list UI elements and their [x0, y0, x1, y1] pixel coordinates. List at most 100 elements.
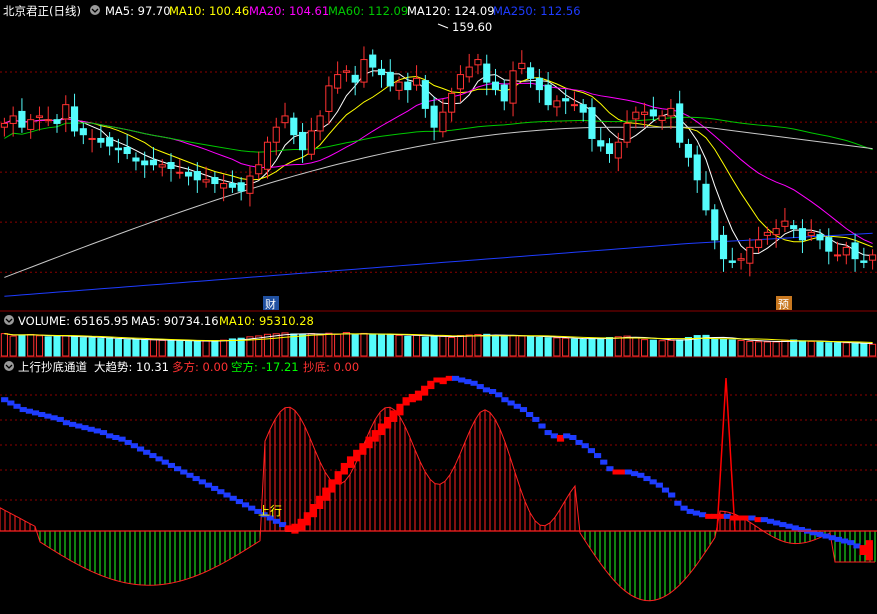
trend-segment [87, 426, 95, 432]
candle-body [570, 104, 579, 107]
trend-segment [396, 403, 404, 416]
trend-segment [241, 502, 250, 508]
trend-segment [118, 436, 126, 442]
candle-body [825, 237, 833, 252]
trend-segment [130, 443, 138, 449]
volume-bar [649, 339, 657, 357]
trend-segment [612, 469, 620, 475]
volume-bar [35, 335, 44, 357]
candle-body [220, 183, 228, 189]
stock-title: 北京君正(日线) [3, 4, 81, 18]
candle-body [334, 74, 342, 89]
candle-body [711, 209, 719, 241]
trend-segment [155, 456, 163, 462]
trend-segment [544, 430, 552, 436]
candle-body [351, 74, 359, 83]
trend-segment [38, 412, 46, 417]
volume-bar [851, 343, 859, 357]
candle-body [518, 62, 526, 70]
volume-bar [307, 333, 315, 357]
finance-marker[interactable]: 财 [263, 296, 279, 311]
trend-segment [248, 505, 256, 511]
trend-segment [44, 413, 52, 419]
legend-volume-ma5: MA5: 90734.16 [131, 314, 219, 328]
collapse-icon[interactable] [90, 5, 100, 15]
candle-body [263, 141, 272, 170]
trend-segment [31, 410, 40, 416]
volume-bar [220, 339, 228, 357]
candle-body [228, 183, 236, 188]
trend-segment [408, 393, 416, 403]
trend-segment [62, 420, 71, 426]
trend-segment [217, 489, 225, 495]
volume-bar [193, 340, 201, 357]
candle-body [325, 85, 333, 112]
volume-bar [570, 338, 579, 357]
volume-bar [298, 334, 307, 357]
volume-bar [641, 339, 649, 357]
volume-bar [62, 335, 70, 357]
volume-bar [816, 341, 824, 357]
trend-segment [211, 485, 219, 491]
volume-collapse-icon[interactable] [4, 315, 14, 325]
candle-body [869, 254, 877, 261]
volume-bar [728, 339, 736, 357]
trend-segment [377, 423, 386, 436]
volume-bar [70, 336, 79, 357]
legend-bear: 空方: -17.21 [231, 360, 299, 374]
forecast-marker[interactable]: 预 [776, 296, 792, 311]
trend-segment [680, 505, 688, 511]
candle-body [833, 254, 842, 257]
candle-body [755, 239, 763, 248]
trend-segment [204, 482, 213, 488]
trend-segment [161, 459, 169, 465]
candle-body [614, 141, 622, 159]
trend-segment [791, 525, 799, 531]
volume-bar [395, 334, 403, 357]
volume-bar [342, 332, 350, 357]
trend-segment [279, 522, 287, 528]
trend-segment [470, 380, 478, 386]
candle-body [9, 115, 17, 124]
trend-segment [668, 492, 676, 498]
trend-segment [149, 453, 157, 459]
candle-body [605, 143, 614, 154]
trend-segment [167, 462, 176, 468]
candle-body [597, 140, 605, 147]
trend-segment [309, 504, 318, 518]
indicator-collapse-icon[interactable] [4, 361, 14, 371]
candle-body [667, 107, 675, 117]
trend-segment [476, 384, 484, 390]
volume-bar [149, 339, 158, 357]
volume-bar [798, 340, 807, 357]
candle-body [491, 81, 500, 91]
trend-segment [13, 403, 21, 409]
volume-bar [465, 334, 473, 357]
candle-body [184, 171, 193, 177]
candle-body [237, 182, 245, 192]
candle-body [53, 119, 61, 124]
trend-segment [736, 515, 744, 521]
volume-bar [755, 341, 763, 357]
candle-body [167, 162, 175, 170]
volume-bar [781, 339, 789, 357]
candle-body [816, 234, 824, 241]
candle-body [369, 54, 377, 68]
trend-segment [303, 512, 311, 526]
candle-body [746, 246, 754, 264]
volume-bar [0, 333, 8, 357]
trend-segment [779, 522, 787, 528]
candle-body [149, 159, 158, 166]
trend-segment [297, 518, 305, 531]
trend-segment [773, 520, 781, 526]
candle-body [544, 84, 552, 106]
trend-segment [513, 403, 521, 409]
trend-segment [674, 500, 682, 506]
volume-bar [413, 334, 421, 357]
volume-bar [544, 337, 552, 357]
trend-segment [556, 435, 565, 442]
trend-segment [174, 466, 182, 472]
trend-segment [56, 416, 64, 422]
legend-volume: VOLUME: 65165.95 [18, 314, 129, 328]
trend-segment [637, 472, 645, 478]
